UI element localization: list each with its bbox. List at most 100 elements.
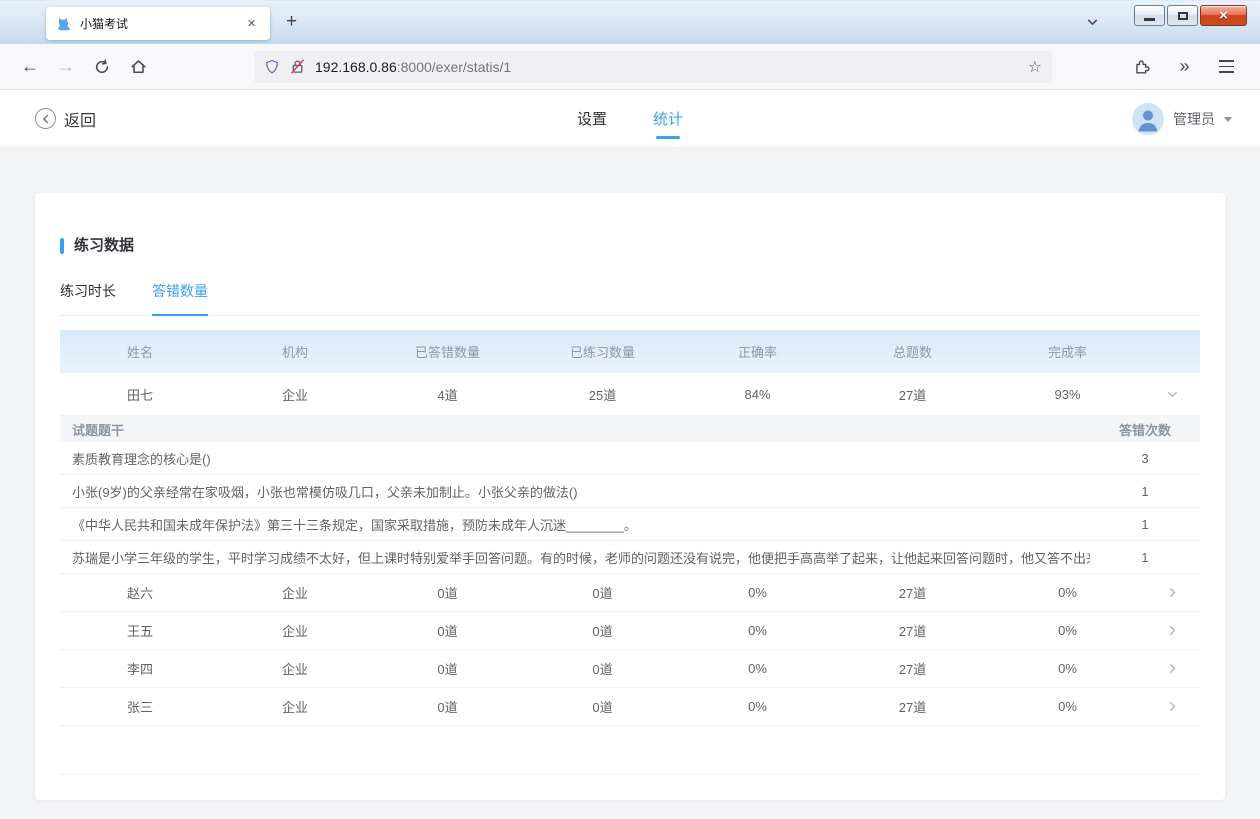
cell-org: 企业: [220, 385, 370, 404]
tab-close-icon[interactable]: ×: [243, 14, 260, 33]
url-text[interactable]: 192.168.0.86:8000/exer/statis/1: [315, 59, 511, 75]
question-column-header: 试题题干: [60, 420, 1090, 439]
cell-total: 27道: [835, 697, 990, 716]
user-menu[interactable]: 管理员: [1132, 103, 1232, 135]
back-circle-icon: [35, 108, 56, 129]
expand-row-icon[interactable]: [1145, 624, 1200, 637]
cell-accuracy: 0%: [680, 699, 835, 714]
cell-total: 27道: [835, 583, 990, 602]
column-header: 已练习数量: [525, 342, 680, 361]
new-tab-button[interactable]: +: [280, 9, 303, 35]
url-bar[interactable]: 192.168.0.86:8000/exer/statis/1 ☆: [254, 51, 1052, 83]
hamburger-bars: [1215, 56, 1238, 76]
header-tab-inactive[interactable]: 设置: [577, 90, 607, 147]
cell-wrong_count: 0道: [370, 621, 525, 640]
cell-total: 27道: [835, 385, 990, 404]
column-header: 完成率: [990, 342, 1145, 361]
student-row[interactable]: 张三企业0道0道0%27道0%: [60, 688, 1200, 726]
back-button[interactable]: 返回: [35, 107, 96, 131]
maximize-button[interactable]: [1167, 5, 1198, 26]
close-button[interactable]: ×: [1200, 5, 1247, 26]
cell-wrong_count: 0道: [370, 697, 525, 716]
back-label: 返回: [64, 107, 96, 131]
minimize-button[interactable]: [1134, 5, 1165, 26]
data-tab-inactive[interactable]: 练习时长: [60, 281, 116, 315]
menu-hamburger-icon[interactable]: [1210, 51, 1242, 83]
column-header: 正确率: [680, 342, 835, 361]
cell-org: 企业: [220, 697, 370, 716]
expand-row-icon[interactable]: [1145, 662, 1200, 675]
data-tab-active[interactable]: 答错数量: [152, 281, 208, 315]
url-host: 192.168.0.86: [315, 59, 397, 75]
cat-favicon-icon: [56, 16, 72, 32]
wrong-count: 1: [1090, 517, 1200, 532]
detail-header-row: 试题题干答错次数: [60, 416, 1200, 442]
extensions-puzzle-icon[interactable]: [1126, 51, 1158, 83]
question-row: 《中华人民共和国未成年保护法》第三十三条规定，国家采取措施，预防未成年人沉迷__…: [60, 508, 1200, 541]
cell-accuracy: 0%: [680, 585, 835, 600]
cell-name: 张三: [60, 697, 220, 716]
column-header: 已答错数量: [370, 342, 525, 361]
cell-org: 企业: [220, 583, 370, 602]
titlebar: 小猫考试 × + ×: [0, 0, 1260, 44]
cell-completion: 0%: [990, 623, 1145, 638]
cell-practiced_count: 0道: [525, 659, 680, 678]
section-accent-bar: [60, 238, 64, 254]
section-header: 练习数据: [60, 193, 1200, 254]
insecure-lock-icon[interactable]: [289, 58, 306, 75]
header-tab-active[interactable]: 统计: [653, 90, 683, 147]
content-card: 练习数据 练习时长 答错数量 姓名机构已答错数量已练习数量正确率总题数完成率 田七…: [35, 193, 1225, 800]
browser-forward-icon: →: [50, 51, 82, 83]
browser-tab[interactable]: 小猫考试 ×: [46, 7, 270, 40]
cell-completion: 0%: [990, 661, 1145, 676]
browser-back-icon[interactable]: ←: [14, 51, 46, 83]
tab-title: 小猫考试: [80, 15, 243, 32]
table-header-row: 姓名机构已答错数量已练习数量正确率总题数完成率: [60, 330, 1200, 373]
caret-down-icon: [1224, 117, 1232, 122]
student-row[interactable]: 田七企业4道25道84%27道93%: [60, 373, 1200, 416]
reload-icon[interactable]: [86, 51, 118, 83]
column-header: 姓名: [60, 342, 220, 361]
student-row[interactable]: 李四企业0道0道0%27道0%: [60, 650, 1200, 688]
window-controls: ×: [1134, 5, 1247, 26]
expand-row-icon[interactable]: [1145, 700, 1200, 713]
wrong-count: 1: [1090, 484, 1200, 499]
toolbar-overflow-icon[interactable]: »: [1168, 51, 1200, 83]
cell-wrong_count: 4道: [370, 385, 525, 404]
section-title: 练习数据: [74, 238, 134, 254]
count-column-header: 答错次数: [1090, 420, 1200, 439]
user-name: 管理员: [1173, 109, 1215, 129]
cell-accuracy: 0%: [680, 661, 835, 676]
question-text: 苏瑞是小学三年级的学生，平时学习成绩不太好，但上课时特别爱举手回答问题。有的时候…: [60, 548, 1090, 567]
cell-org: 企业: [220, 621, 370, 640]
cell-total: 27道: [835, 621, 990, 640]
student-row[interactable]: 王五企业0道0道0%27道0%: [60, 612, 1200, 650]
home-icon[interactable]: [122, 51, 154, 83]
minimize-icon: [1144, 18, 1155, 21]
wrong-count: 3: [1090, 451, 1200, 466]
table-footer-divider: [60, 726, 1200, 775]
question-row: 小张(9岁)的父亲经常在家吸烟，小张也常模仿吸几口，父亲未加制止。小张父亲的做法…: [60, 475, 1200, 508]
question-row: 苏瑞是小学三年级的学生，平时学习成绩不太好，但上课时特别爱举手回答问题。有的时候…: [60, 541, 1200, 574]
avatar: [1132, 103, 1164, 135]
table-body: 田七企业4道25道84%27道93%试题题干答错次数素质教育理念的核心是()3小…: [60, 373, 1200, 726]
tab-list-chevron-icon[interactable]: [1086, 16, 1099, 34]
shield-icon[interactable]: [264, 59, 280, 75]
browser-window: 小猫考试 × + × ← → 192.168.0.86:8: [0, 0, 1260, 819]
cell-name: 李四: [60, 659, 220, 678]
collapse-row-icon[interactable]: [1145, 388, 1200, 401]
cell-name: 王五: [60, 621, 220, 640]
data-tabs: 练习时长 答错数量: [60, 281, 1200, 316]
header-menu: 设置统计: [577, 90, 683, 147]
app-header: 返回 设置统计 管理员: [0, 90, 1260, 148]
expand-row-icon[interactable]: [1145, 586, 1200, 599]
cell-org: 企业: [220, 659, 370, 678]
question-text: 《中华人民共和国未成年保护法》第三十三条规定，国家采取措施，预防未成年人沉迷__…: [60, 515, 1090, 534]
student-row[interactable]: 赵六企业0道0道0%27道0%: [60, 574, 1200, 612]
close-icon: ×: [1219, 8, 1228, 23]
column-header: 机构: [220, 342, 370, 361]
cell-practiced_count: 25道: [525, 385, 680, 404]
cell-wrong_count: 0道: [370, 583, 525, 602]
browser-toolbar: ← → 192.168.0.86:8000/exer/statis/1 ☆ »: [0, 44, 1260, 90]
bookmark-star-icon[interactable]: ☆: [1028, 57, 1042, 77]
